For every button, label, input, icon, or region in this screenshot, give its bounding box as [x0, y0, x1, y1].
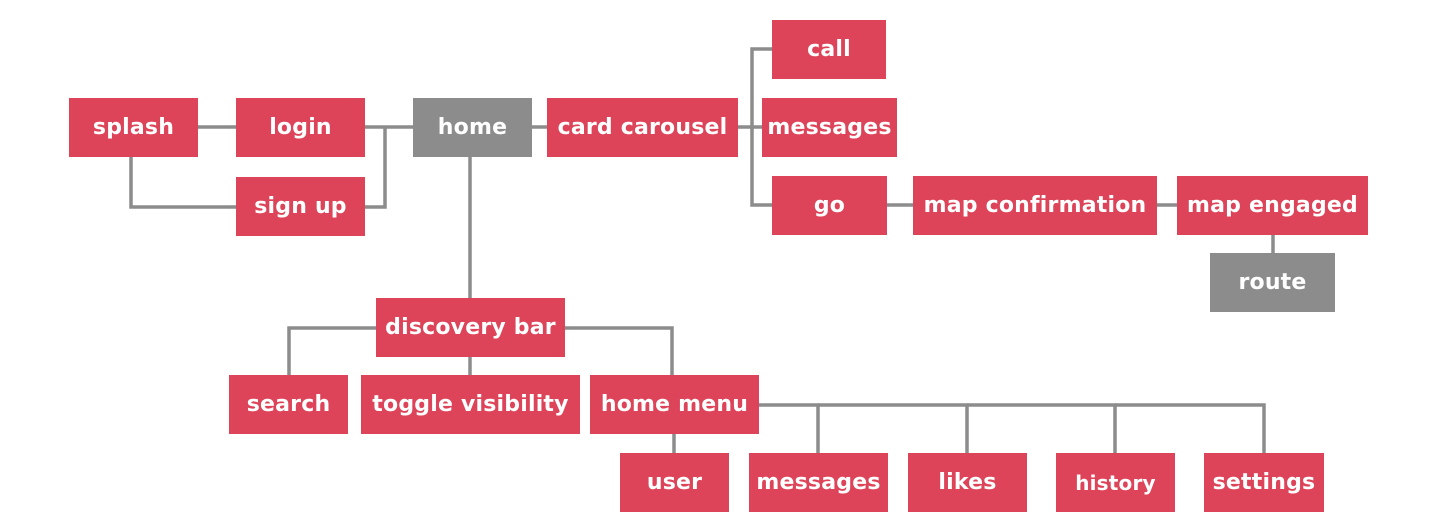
node-history: history: [1056, 453, 1175, 512]
connector-sign-up-to-home: [365, 127, 387, 209]
node-discovery-bar: discovery bar: [376, 298, 565, 357]
node-login: login: [236, 98, 365, 157]
node-home: home: [413, 98, 532, 157]
node-sign-up: sign up: [236, 177, 365, 236]
node-map-confirmation: map confirmation: [913, 176, 1157, 235]
connector-home-menu-to-messages-menu: [759, 403, 820, 453]
connector-home-menu-to-likes: [818, 403, 969, 453]
node-home-menu: home menu: [590, 375, 759, 434]
connector-splash-to-sign-up: [129, 157, 236, 209]
node-settings: settings: [1204, 453, 1324, 512]
node-go: go: [772, 176, 887, 235]
node-call: call: [772, 20, 886, 79]
node-card-carousel: card carousel: [547, 98, 738, 157]
node-search: search: [229, 375, 348, 434]
node-user: user: [620, 453, 729, 512]
node-likes: likes: [908, 453, 1027, 512]
node-messages-card: messages: [762, 98, 897, 157]
connector-discovery-bar-to-search: [287, 326, 376, 375]
node-route: route: [1210, 253, 1335, 312]
node-splash: splash: [69, 98, 198, 157]
node-map-engaged: map engaged: [1177, 176, 1368, 235]
connector-home-menu-to-history: [967, 403, 1117, 453]
connector-home-menu-to-settings: [1115, 403, 1266, 453]
node-messages-menu: messages: [749, 453, 888, 512]
connector-discovery-bar-to-home-menu: [565, 326, 674, 375]
node-toggle-visibility: toggle visibility: [361, 375, 580, 434]
